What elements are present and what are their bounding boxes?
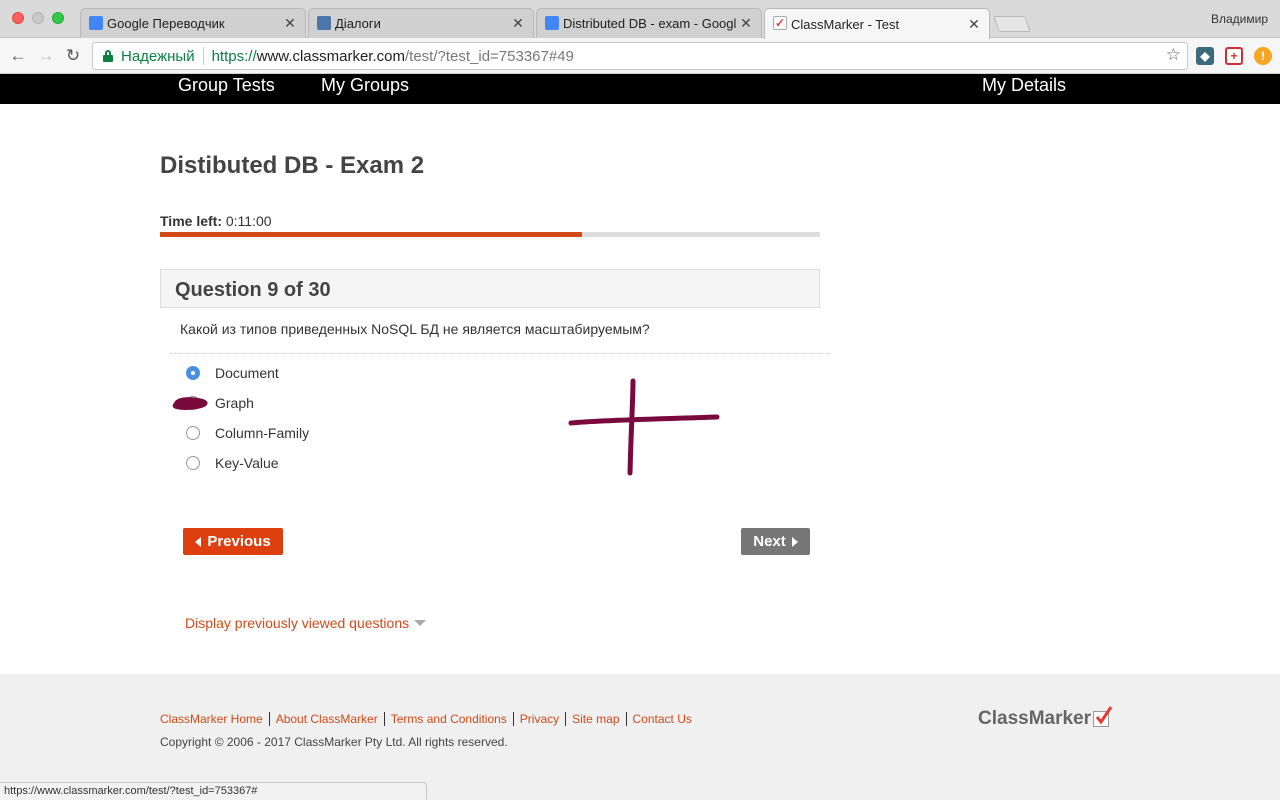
extension-icon[interactable]: ◆ (1196, 47, 1214, 65)
logo-text: ClassMarker (978, 708, 1092, 729)
time-left-value: 0:11:00 (225, 213, 272, 229)
answer-label: Graph (215, 395, 254, 411)
browser-tab-classmarker[interactable]: ✓ ClassMarker - Test ✕ (764, 8, 990, 39)
minimize-window-button[interactable] (32, 12, 44, 24)
chevron-down-icon (414, 620, 427, 626)
previous-questions-label: Display previously viewed questions (185, 615, 410, 631)
chevron-right-icon (791, 536, 798, 547)
docs-icon (545, 16, 559, 30)
time-left: Time left: 0:11:00 (160, 213, 272, 229)
answer-option-graph[interactable]: Graph (186, 393, 254, 413)
url-host: www.classmarker.com (256, 47, 405, 65)
browser-tab-dialogs[interactable]: Діалоги ✕ (308, 8, 534, 38)
classmarker-logo[interactable]: ClassMarker (978, 706, 1113, 730)
site-nav: Group Tests My Groups My Details (0, 74, 1280, 104)
footer-link-privacy[interactable]: Privacy (514, 712, 567, 726)
answer-label: Document (215, 365, 279, 381)
answer-label: Key-Value (215, 455, 279, 471)
classmarker-check-icon: ✓ (773, 16, 787, 30)
forward-arrow-icon[interactable]: → (36, 46, 56, 66)
browser-tabstrip: Google Переводчик ✕ Діалоги ✕ Distribute… (0, 0, 1280, 39)
close-tab-icon[interactable]: ✕ (967, 16, 981, 33)
chevron-left-icon (195, 536, 202, 547)
question-header: Question 9 of 30 (175, 279, 331, 301)
question-divider (170, 353, 830, 354)
back-arrow-icon[interactable]: ← (8, 46, 28, 66)
browser-tab-google-translate[interactable]: Google Переводчик ✕ (80, 8, 306, 38)
time-progress-fill (160, 232, 583, 237)
footer-link-home[interactable]: ClassMarker Home (160, 712, 270, 726)
maximize-window-button[interactable] (52, 12, 64, 24)
time-progress-bar (160, 232, 820, 237)
lock-icon (103, 50, 113, 62)
google-translate-icon (89, 16, 103, 30)
footer-link-sitemap[interactable]: Site map (566, 712, 627, 726)
time-left-label: Time left: (160, 213, 222, 229)
footer-link-about[interactable]: About ClassMarker (270, 712, 385, 726)
cross-vertical-stroke (627, 378, 636, 476)
question-text: Какой из типов приведенных NoSQL БД не я… (180, 321, 650, 337)
copyright-text: Copyright © 2006 - 2017 ClassMarker Pty … (160, 735, 508, 749)
next-label: Next (753, 533, 786, 550)
close-tab-icon[interactable]: ✕ (739, 15, 753, 32)
page-title: Distibuted DB - Exam 2 (160, 152, 425, 179)
profile-name[interactable]: Владимир (1211, 12, 1268, 26)
reload-icon[interactable]: ↻ (63, 46, 83, 66)
status-bar-url: https://www.classmarker.com/test/?test_i… (0, 782, 427, 800)
nav-my-details[interactable]: My Details (982, 75, 1066, 96)
close-tab-icon[interactable]: ✕ (511, 15, 525, 32)
nav-my-groups[interactable]: My Groups (321, 75, 409, 96)
previous-label: Previous (207, 533, 271, 550)
previous-button[interactable]: Previous (183, 528, 283, 555)
next-button[interactable]: Next (741, 528, 810, 555)
close-window-button[interactable] (12, 12, 24, 24)
answer-option-key-value[interactable]: Key-Value (186, 453, 279, 473)
address-bar[interactable]: Надежный https://www.classmarker.com/tes… (92, 42, 1188, 70)
previous-questions-link[interactable]: Display previously viewed questions (185, 615, 427, 631)
question-header-box: Question 9 of 30 (160, 269, 820, 308)
answer-option-column-family[interactable]: Column-Family (186, 423, 309, 443)
footer-link-terms[interactable]: Terms and Conditions (385, 712, 514, 726)
answer-option-document[interactable]: Document (186, 363, 279, 383)
radio-button[interactable] (186, 456, 200, 470)
chat-icon (317, 16, 331, 30)
radio-button[interactable] (186, 426, 200, 440)
browser-toolbar: ← → ↻ Надежный https://www.classmarker.c… (0, 38, 1280, 74)
new-tab-button[interactable] (993, 16, 1031, 32)
footer-link-contact[interactable]: Contact Us (627, 712, 698, 726)
checkmark-icon (1093, 706, 1113, 727)
omnibox-divider (202, 47, 204, 65)
cross-horizontal-stroke (568, 414, 720, 426)
secure-label: Надежный (121, 47, 195, 65)
url-scheme: https:// (211, 47, 257, 65)
browser-tab-google-docs[interactable]: Distributed DB - exam - Googl ✕ (536, 8, 762, 38)
checkmark-glyph (1095, 706, 1113, 725)
footer-links: ClassMarker Home About ClassMarker Terms… (160, 712, 698, 726)
radio-button[interactable] (186, 396, 200, 410)
url-path: /test/?test_id=753367#49 (404, 47, 574, 65)
nav-group-tests[interactable]: Group Tests (178, 75, 275, 96)
close-tab-icon[interactable]: ✕ (283, 15, 297, 32)
extension-cross-icon[interactable]: + (1225, 47, 1243, 65)
answer-label: Column-Family (215, 425, 310, 441)
bookmark-star-icon[interactable]: ☆ (1166, 45, 1181, 65)
alert-icon[interactable]: ! (1254, 47, 1272, 65)
radio-button[interactable] (186, 366, 200, 380)
